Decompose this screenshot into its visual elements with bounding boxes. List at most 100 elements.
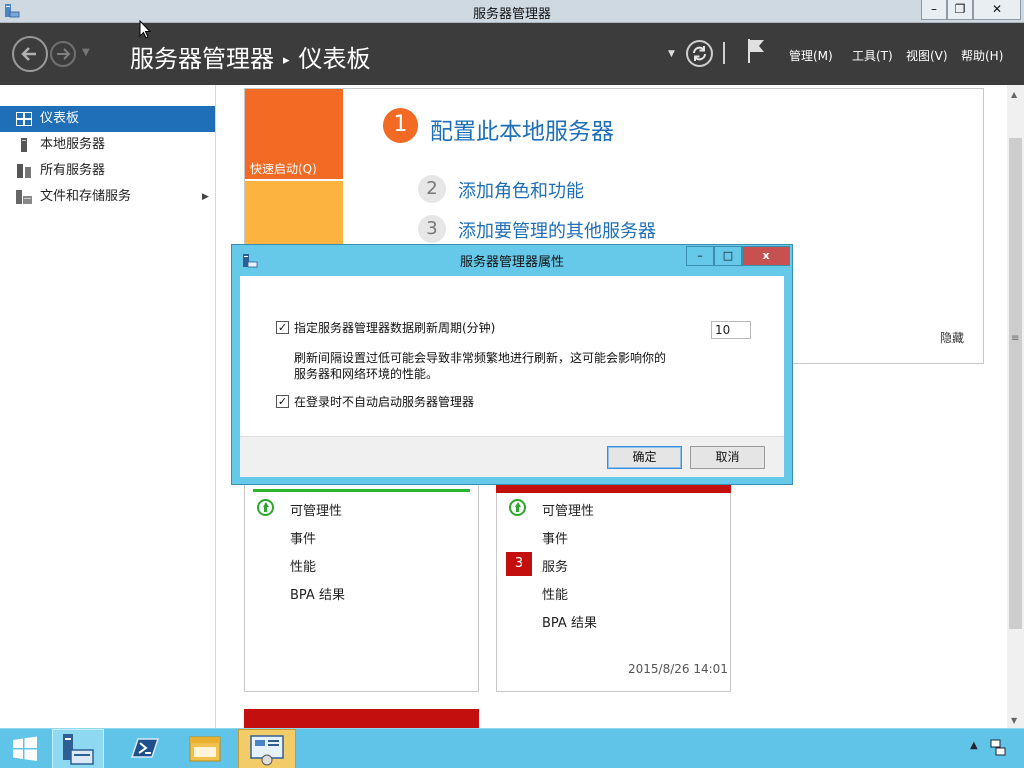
scroll-grip-icon: ≡ <box>1011 333 1020 344</box>
scroll-down-icon[interactable]: ▼ <box>1011 716 1017 725</box>
sidebar-item-dashboard[interactable]: 仪表板 <box>0 106 215 132</box>
hide-link[interactable]: 隐藏 <box>940 329 964 346</box>
autostart-checkbox[interactable]: ✓ <box>276 395 289 408</box>
refresh-period-checkbox[interactable]: ✓ <box>276 321 289 334</box>
sidebar-item-local-server[interactable]: 本地服务器 <box>0 132 215 158</box>
quick-start-label: 快速启动(Q) <box>250 162 317 176</box>
dialog-maximize-button[interactable]: □ <box>714 246 742 266</box>
card-row-bpa-results[interactable]: BPA 结果 <box>542 612 597 631</box>
card-row-events[interactable]: 事件 <box>290 528 316 547</box>
show-hidden-icons-button[interactable]: ▲ <box>970 740 978 751</box>
step-1-link[interactable]: 配置此本地服务器 <box>430 112 614 146</box>
storage-icon <box>16 190 32 204</box>
card-row-manageability[interactable]: 可管理性 <box>290 500 342 519</box>
dialog-minimize-button[interactable]: – <box>686 246 714 266</box>
step-1-number: 1 <box>383 108 418 143</box>
services-alert-badge: 3 <box>506 552 532 576</box>
powershell-icon <box>130 738 160 758</box>
card-row-manageability[interactable]: 可管理性 <box>542 500 594 519</box>
breadcrumb-current-page: 仪表板 <box>298 45 371 73</box>
card-row-bpa-results[interactable]: BPA 结果 <box>290 584 345 603</box>
taskbar-control-panel[interactable] <box>238 729 296 768</box>
refresh-icon <box>693 46 706 61</box>
dashboard-icon <box>16 112 32 126</box>
close-button[interactable]: ✕ <box>973 0 1021 20</box>
refresh-period-label: 指定服务器管理器数据刷新周期(分钟) <box>294 321 496 335</box>
back-button[interactable] <box>12 36 48 72</box>
taskbar-powershell[interactable] <box>118 729 170 768</box>
server-manager-icon <box>63 734 94 765</box>
notifications-flag-icon[interactable] <box>746 38 766 64</box>
manageability-ok-icon <box>509 499 526 516</box>
card-timestamp: 2015/8/26 14:01 <box>628 662 728 676</box>
dialog-body: ✓ 指定服务器管理器数据刷新周期(分钟) 10 刷新间隔设置过低可能会导致非常频… <box>240 276 784 436</box>
step-2-link[interactable]: 添加角色和功能 <box>458 177 584 203</box>
header-divider <box>723 42 725 64</box>
server-group-card[interactable] <box>496 484 731 692</box>
servers-icon <box>17 164 31 178</box>
menu-manage[interactable]: 管理(M) <box>789 47 833 64</box>
step-3-number: 3 <box>418 215 446 243</box>
whats-new-tile[interactable] <box>245 181 343 245</box>
breadcrumb-separator-icon: ▸ <box>283 53 290 68</box>
dialog-close-button[interactable]: x <box>742 246 790 266</box>
card-alert-bar <box>496 484 731 493</box>
forward-button[interactable] <box>50 41 76 67</box>
card-row-events[interactable]: 事件 <box>542 528 568 547</box>
autostart-label: 在登录时不自动启动服务器管理器 <box>294 395 475 409</box>
menu-help[interactable]: 帮助(H) <box>961 47 1003 64</box>
mouse-cursor-icon <box>139 20 151 39</box>
properties-dialog: 服务器管理器属性 – □ x ✓ 指定服务器管理器数据刷新周期(分钟) 10 刷… <box>231 244 793 485</box>
refresh-description-line-2: 服务器和网络环境的性能。 <box>294 367 439 381</box>
server-group-card[interactable] <box>244 484 479 692</box>
dialog-footer: 确定 取消 <box>240 436 784 477</box>
breadcrumb: 服务器管理器 ▸ 仪表板 <box>130 39 371 74</box>
back-arrow-icon <box>21 47 36 61</box>
step-2-number: 2 <box>418 175 446 203</box>
taskbar-file-explorer[interactable] <box>180 729 232 768</box>
vertical-scrollbar[interactable]: ▲ ≡ ▼ <box>1007 85 1024 728</box>
step-3-link[interactable]: 添加要管理的其他服务器 <box>458 217 656 243</box>
refresh-button[interactable] <box>686 40 713 67</box>
taskbar-server-manager[interactable] <box>52 729 104 768</box>
server-icon <box>21 138 27 152</box>
sidebar-item-label: 仪表板 <box>40 111 80 126</box>
history-dropdown-icon[interactable]: ▼ <box>82 47 90 58</box>
window-title: 服务器管理器 <box>472 7 551 22</box>
scroll-thumb[interactable] <box>1009 138 1022 629</box>
sidebar-item-label: 文件和存储服务 <box>40 189 132 204</box>
sidebar-item-all-servers[interactable]: 所有服务器 <box>0 158 215 184</box>
refresh-description-line-1: 刷新间隔设置过低可能会导致非常频繁地进行刷新，这可能会影响你的 <box>294 351 667 365</box>
network-icon[interactable] <box>990 739 1006 757</box>
breadcrumb-root[interactable]: 服务器管理器 <box>130 45 274 73</box>
windows-logo-icon <box>13 736 37 761</box>
sidebar-item-file-storage[interactable]: 文件和存储服务 ▶ <box>0 184 215 210</box>
control-panel-icon <box>250 735 284 766</box>
sidebar-item-label: 本地服务器 <box>40 137 106 152</box>
minimize-button[interactable]: – <box>921 0 947 20</box>
quick-start-tile[interactable]: 快速启动(Q) <box>245 89 343 179</box>
server-group-card-partial[interactable] <box>244 709 479 728</box>
app-header: ▼ 服务器管理器 ▸ 仪表板 ▼ 管理(M) 工具(T) 视图(V) 帮助(H) <box>0 23 1024 85</box>
menu-view[interactable]: 视图(V) <box>906 47 948 64</box>
taskbar: ▲ <box>0 728 1024 768</box>
menu-tools[interactable]: 工具(T) <box>852 47 893 64</box>
sidebar: 仪表板 本地服务器 所有服务器 文件和存储服务 ▶ <box>0 85 216 728</box>
restore-button[interactable]: ❐ <box>947 0 973 20</box>
forward-arrow-icon <box>57 48 71 60</box>
cancel-button[interactable]: 取消 <box>690 446 765 469</box>
expand-chevron-icon[interactable]: ▶ <box>202 184 209 210</box>
manageability-ok-icon <box>257 499 274 516</box>
card-row-services[interactable]: 服务 <box>542 556 568 575</box>
card-status-bar <box>253 489 470 492</box>
scroll-up-icon[interactable]: ▲ <box>1011 90 1017 99</box>
window-title-bar: 服务器管理器 – ❐ ✕ <box>0 0 1024 23</box>
card-row-performance[interactable]: 性能 <box>542 584 568 603</box>
refresh-period-input[interactable]: 10 <box>711 321 751 339</box>
ok-button[interactable]: 确定 <box>607 446 682 469</box>
card-row-performance[interactable]: 性能 <box>290 556 316 575</box>
start-button[interactable] <box>0 729 50 768</box>
sidebar-item-label: 所有服务器 <box>40 163 106 178</box>
file-explorer-icon <box>189 736 221 762</box>
header-dropdown-icon[interactable]: ▼ <box>668 49 675 59</box>
